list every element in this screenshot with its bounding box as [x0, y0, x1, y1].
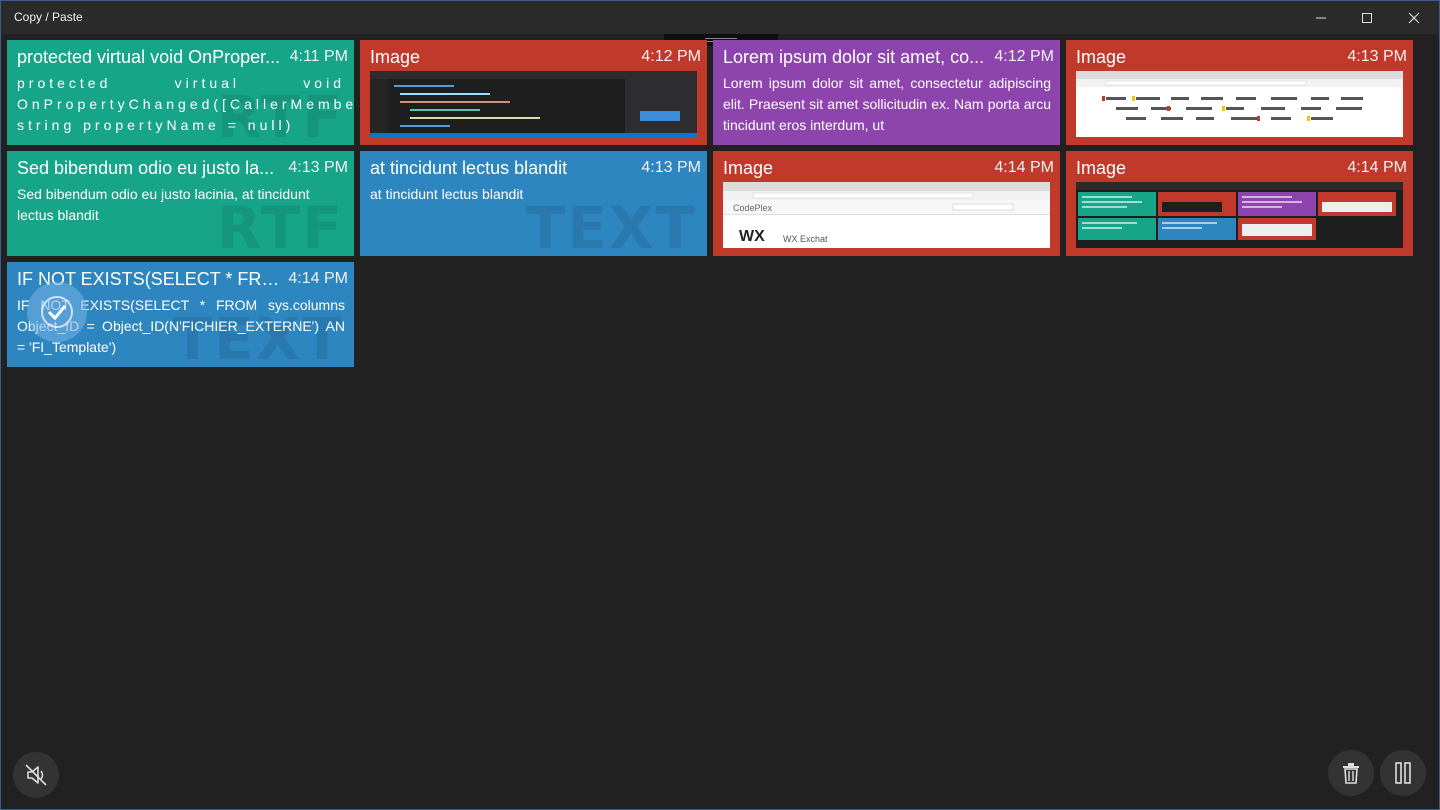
clear-all-button[interactable]: [1328, 750, 1374, 796]
clip-card[interactable]: Image 4:12 PM: [360, 40, 707, 145]
clip-card[interactable]: Lorem ipsum dolor sit amet, co... 4:12 P…: [713, 40, 1060, 145]
clip-title: Image: [370, 47, 421, 67]
clip-time: 4:11 PM: [289, 48, 348, 65]
pause-icon: [1395, 762, 1411, 784]
clip-card[interactable]: TEXT at tincidunt lectus blandit 4:13 PM…: [360, 151, 707, 256]
image-thumbnail: [1076, 71, 1403, 137]
pause-button[interactable]: [1380, 750, 1426, 796]
trash-icon: [1343, 763, 1359, 784]
check-icon: [27, 282, 87, 342]
clip-title: at tincidunt lectus blandit: [370, 158, 568, 178]
clip-preview: Sed bibendum odio eu justo lacinia, at t…: [17, 186, 310, 223]
image-thumbnail: [1076, 182, 1403, 248]
clip-card[interactable]: Image 4:13 PM: [1066, 40, 1413, 145]
clip-time: 4:12 PM: [994, 48, 1054, 65]
title-bar[interactable]: Copy / Paste: [1, 1, 1439, 34]
maximize-button[interactable]: [1344, 1, 1390, 34]
clip-time: 4:13 PM: [288, 159, 348, 176]
close-icon: [1408, 12, 1420, 23]
minimize-icon: [1316, 17, 1326, 18]
clip-time: 4:14 PM: [994, 159, 1054, 176]
maximize-icon: [1362, 12, 1372, 23]
clip-card[interactable]: RTF protected virtual void OnProper... 4…: [7, 40, 354, 145]
clip-preview: protected virtual void OnPropertyChanged…: [17, 75, 354, 133]
clip-time: 4:13 PM: [1347, 48, 1407, 65]
clip-time: 4:14 PM: [288, 270, 348, 287]
clip-card[interactable]: Image 4:14 PM: [1066, 151, 1413, 256]
thumbnail-caption: WX Exchat: [783, 234, 828, 244]
clip-card[interactable]: RTF Sed bibendum odio eu justo la... 4:1…: [7, 151, 354, 256]
clip-card[interactable]: TEXT IF NOT EXISTS(SELECT * FROM... 4:14…: [7, 262, 354, 367]
clip-title: Image: [723, 158, 774, 178]
mute-button[interactable]: [13, 752, 59, 798]
clip-title: Image: [1076, 158, 1127, 178]
image-thumbnail: CodePlex WX WX Exchat: [723, 182, 1050, 248]
clip-time: 4:13 PM: [641, 159, 701, 176]
clip-preview: Lorem ipsum dolor sit amet, consectetur …: [723, 75, 1051, 133]
speaker-off-icon: [25, 764, 47, 786]
clip-card[interactable]: Image 4:14 PM CodePlex WX WX Exchat: [713, 151, 1060, 256]
thumbnail-site-name: CodePlex: [733, 203, 773, 213]
clip-title: Sed bibendum odio eu justo la...: [17, 158, 275, 178]
clip-time: 4:12 PM: [641, 48, 701, 65]
minimize-button[interactable]: [1298, 1, 1344, 34]
clip-title: Image: [1076, 47, 1127, 67]
window-title: Copy / Paste: [14, 10, 83, 24]
app-window: Copy / Paste RTF protected virtual void …: [0, 0, 1440, 810]
clip-time: 4:14 PM: [1347, 159, 1407, 176]
clip-title: Lorem ipsum dolor sit amet, co...: [723, 47, 985, 67]
thumbnail-logo: WX: [739, 228, 765, 245]
image-thumbnail: [370, 71, 697, 137]
clip-preview: at tincidunt lectus blandit: [370, 186, 524, 202]
close-button[interactable]: [1391, 1, 1437, 34]
clip-title: protected virtual void OnProper...: [17, 47, 281, 67]
